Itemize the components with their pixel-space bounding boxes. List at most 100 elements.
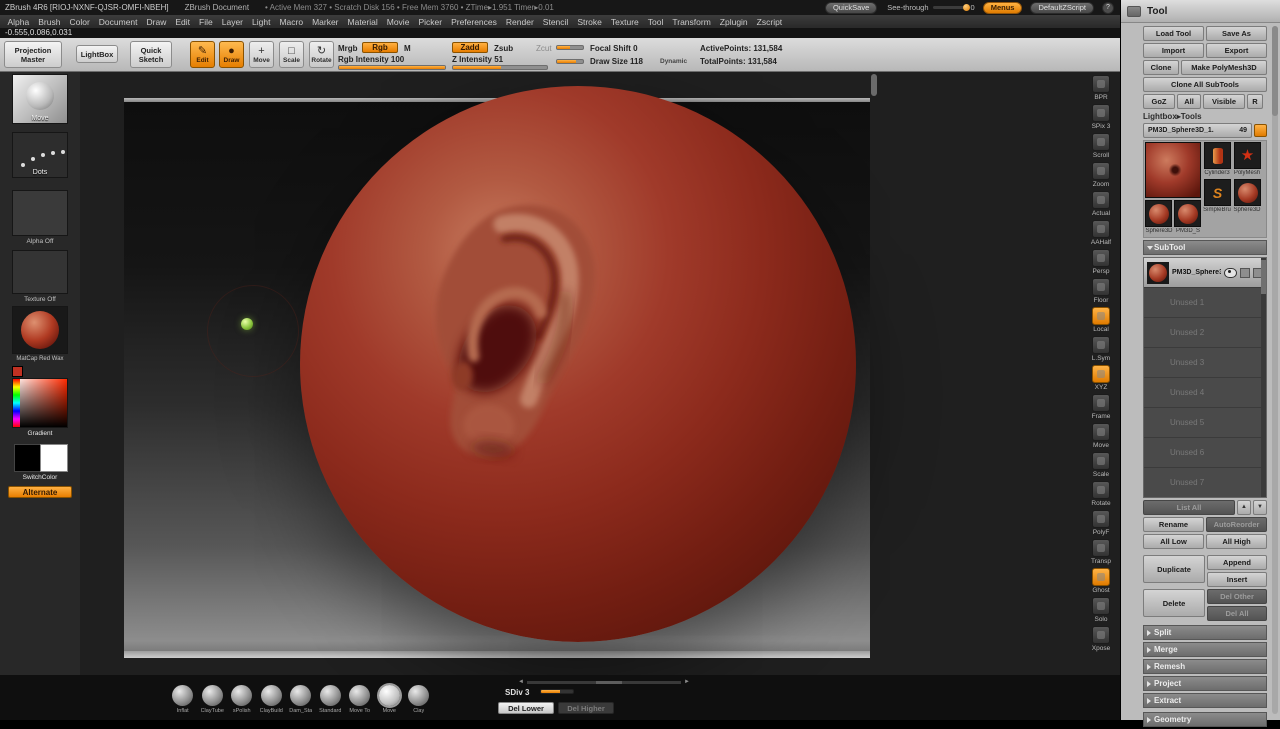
focal-shift-slider[interactable] <box>556 45 584 50</box>
draw-button[interactable]: ● Draw <box>219 41 244 68</box>
palette-section-header[interactable]: Merge <box>1143 642 1267 657</box>
menu-item[interactable]: Zplugin <box>715 17 752 27</box>
quick-sketch-button[interactable]: Quick Sketch <box>130 41 172 68</box>
sculpt-sphere[interactable] <box>300 86 856 642</box>
shelf-icon[interactable] <box>1092 481 1110 499</box>
right-shelf-item[interactable]: Scroll <box>1092 133 1110 162</box>
all-low-button[interactable]: All Low <box>1143 534 1204 549</box>
goz-all-button[interactable]: All <box>1177 94 1201 109</box>
right-shelf-item[interactable]: Floor <box>1092 278 1110 307</box>
shelf-icon[interactable] <box>1092 423 1110 441</box>
simplebrush-thumbnail[interactable]: S <box>1204 179 1231 206</box>
right-shelf-item[interactable]: Ghost <box>1092 568 1110 597</box>
menu-item[interactable]: Alpha <box>3 17 34 27</box>
brush-item[interactable]: Move To <box>345 685 375 714</box>
right-shelf-item[interactable]: L.Sym <box>1092 336 1110 365</box>
shelf-icon[interactable] <box>1092 539 1110 557</box>
subtool-scrollbar[interactable] <box>1261 258 1266 497</box>
move-subtool-up-button[interactable]: ▲ <box>1237 500 1251 515</box>
del-other-button[interactable]: Del Other <box>1207 589 1267 604</box>
all-high-button[interactable]: All High <box>1206 534 1267 549</box>
shelf-icon[interactable] <box>1092 510 1110 528</box>
brush-item[interactable]: Clay <box>404 685 434 714</box>
scroll-left-icon[interactable]: ◄ <box>518 679 524 685</box>
menu-item[interactable]: File <box>195 17 218 27</box>
menu-item[interactable]: Light <box>248 17 275 27</box>
menu-item[interactable]: Stroke <box>573 17 607 27</box>
current-tool-thumbnail[interactable] <box>1145 142 1201 198</box>
delete-button[interactable]: Delete <box>1143 589 1205 617</box>
z-intensity-slider[interactable] <box>452 65 548 70</box>
tool-panel-header[interactable]: Tool <box>1121 0 1280 23</box>
autoreorder-button[interactable]: AutoReorder <box>1206 517 1267 532</box>
dynamic-toggle[interactable]: Dynamic <box>660 58 687 65</box>
palette-section-header[interactable]: Project <box>1143 676 1267 691</box>
del-higher-button[interactable]: Del Higher <box>558 702 614 714</box>
right-shelf-item[interactable]: BPR <box>1092 75 1110 104</box>
shelf-icon[interactable] <box>1092 278 1110 296</box>
brush-sphere-icon[interactable] <box>260 685 282 706</box>
goz-r-button[interactable]: R <box>1247 94 1263 109</box>
duplicate-button[interactable]: Duplicate <box>1143 555 1205 583</box>
brush-item[interactable]: Inflat <box>168 685 198 714</box>
brush-item[interactable]: ClayTube <box>198 685 228 714</box>
shelf-icon[interactable] <box>1092 249 1110 267</box>
del-all-button[interactable]: Del All <box>1207 606 1267 621</box>
right-shelf-item[interactable]: Actual <box>1092 191 1110 220</box>
brush-sphere-icon[interactable] <box>349 685 371 706</box>
lightbox-button[interactable]: LightBox <box>76 45 118 63</box>
shelf-icon[interactable] <box>1091 104 1110 122</box>
see-through-knob[interactable] <box>962 4 970 11</box>
alpha-thumbnail[interactable] <box>12 190 68 236</box>
menu-item[interactable]: Preferences <box>447 17 502 27</box>
right-shelf-item[interactable]: Local <box>1092 307 1110 336</box>
shelf-icon[interactable] <box>1092 75 1110 93</box>
m-toggle[interactable]: M <box>404 44 411 53</box>
goz-button[interactable]: GoZ <box>1143 94 1175 109</box>
subtool-unused-row[interactable]: Unused 2 <box>1144 317 1266 347</box>
move-subtool-down-button[interactable]: ▼ <box>1253 500 1267 515</box>
menu-item[interactable]: Material <box>343 17 382 27</box>
menu-item[interactable]: Stencil <box>538 17 573 27</box>
brush-sphere-icon[interactable] <box>231 685 253 706</box>
right-shelf-item[interactable]: Move <box>1092 423 1110 452</box>
menu-item[interactable]: Zscript <box>752 17 787 27</box>
palette-section-header[interactable]: Extract <box>1143 693 1267 708</box>
menu-item[interactable]: Color <box>65 17 94 27</box>
lightbox-tools-label[interactable]: Lightbox▸Tools <box>1143 112 1267 121</box>
draw-size-label[interactable]: Draw Size 118 <box>590 57 643 66</box>
right-shelf-item[interactable]: Persp <box>1092 249 1110 278</box>
export-button[interactable]: Export <box>1206 43 1267 58</box>
see-through-slider[interactable] <box>932 4 970 11</box>
right-shelf-item[interactable]: PolyF <box>1092 510 1110 539</box>
subtool-unused-row[interactable]: Unused 1 <box>1144 287 1266 317</box>
panel-scrollbar-thumb[interactable] <box>1272 26 1278 116</box>
shelf-icon[interactable] <box>1092 162 1110 180</box>
main-color-swatch[interactable] <box>14 444 42 472</box>
sphere3d-thumbnail[interactable] <box>1145 200 1172 227</box>
menu-item[interactable]: Draw <box>142 17 171 27</box>
move-button[interactable]: + Move <box>249 41 274 68</box>
shelf-icon[interactable] <box>1092 394 1110 412</box>
shelf-icon[interactable] <box>1092 133 1110 151</box>
subtool-unused-row[interactable]: Unused 3 <box>1144 347 1266 377</box>
brush-sphere-icon[interactable] <box>290 685 312 706</box>
append-button[interactable]: Append <box>1207 555 1267 570</box>
subtool-section-header[interactable]: SubTool <box>1143 240 1267 255</box>
help-icon[interactable]: ? <box>1102 1 1114 14</box>
brush-item[interactable]: Dam_Sta <box>286 685 316 714</box>
list-all-button[interactable]: List All <box>1143 500 1235 515</box>
palette-section-header[interactable]: Remesh <box>1143 659 1267 674</box>
current-brush-thumbnail[interactable]: Move <box>12 74 68 124</box>
brush-sphere-icon[interactable] <box>408 685 430 706</box>
visibility-eye-icon[interactable] <box>1224 267 1237 278</box>
default-zscript-button[interactable]: DefaultZScript <box>1030 1 1094 14</box>
menu-item[interactable]: Render <box>501 17 538 27</box>
menu-item[interactable]: Tool <box>643 17 668 27</box>
alternate-button[interactable]: Alternate <box>8 486 72 498</box>
shelf-icon[interactable] <box>1092 307 1110 325</box>
shelf-icon[interactable] <box>1091 220 1110 238</box>
focal-shift-label[interactable]: Focal Shift 0 <box>590 44 638 53</box>
brush-item[interactable]: ClayBuild <box>257 685 287 714</box>
menu-item[interactable]: Picker <box>414 17 447 27</box>
